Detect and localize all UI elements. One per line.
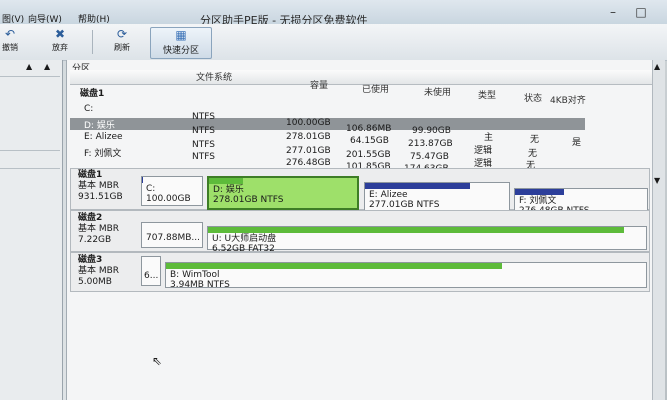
row-used: 201.55GB xyxy=(346,150,391,160)
left-pane-divider xyxy=(0,76,60,77)
partition-block[interactable]: 6... xyxy=(141,256,161,286)
row-fs: NTFS xyxy=(192,152,215,162)
column-free[interactable]: 未使用 xyxy=(424,85,451,98)
left-pane-divider xyxy=(0,150,60,151)
partition-block-selected[interactable]: D: 娱乐 278.01GB NTFS xyxy=(207,176,359,210)
toolbar xyxy=(0,24,667,61)
column-type[interactable]: 类型 xyxy=(478,88,496,101)
usage-bar xyxy=(166,263,502,269)
partition-label: C: xyxy=(146,184,156,194)
quick-partition-icon: ▦ xyxy=(175,28,187,42)
refresh-label: 刷新 xyxy=(114,43,130,52)
row-cap: 276.48GB xyxy=(286,158,331,168)
column-filesystem[interactable]: 文件系统 xyxy=(196,70,232,83)
undo-label: 撤销 xyxy=(2,43,18,52)
vertical-scrollbar[interactable] xyxy=(652,60,665,400)
partition-block[interactable]: B: WimTool 3.94MB NTFS xyxy=(165,262,647,290)
column-status[interactable]: 状态 xyxy=(524,91,542,104)
disk-info[interactable]: 磁盘2 基本 MBR 7.22GB xyxy=(78,213,119,246)
row-fs: NTFS xyxy=(192,126,215,136)
row-fs: NTFS xyxy=(192,140,215,150)
row-cap: 277.01GB xyxy=(286,146,331,156)
usage-bar xyxy=(365,183,471,189)
usage-bar xyxy=(208,227,625,233)
row-used: 64.15GB xyxy=(350,136,389,146)
row-free: 75.47GB xyxy=(410,152,449,162)
minimize-icon[interactable]: – xyxy=(600,4,626,20)
row-status: 无 xyxy=(530,135,540,145)
partition-label: U: U大师启动盘 xyxy=(212,234,277,244)
disk-name: 磁盘2 xyxy=(78,213,103,223)
scroll-down-icon[interactable]: ▼ xyxy=(654,176,660,185)
disk1-list-title[interactable]: 磁盘1 xyxy=(80,86,104,99)
row-name[interactable]: C: xyxy=(84,104,93,114)
maximize-icon[interactable]: □ xyxy=(628,4,654,20)
column-4k-align[interactable]: 4KB对齐 xyxy=(550,93,586,106)
row-name[interactable]: E: Alizee xyxy=(84,132,123,142)
disk-type: 基本 MBR xyxy=(78,266,120,276)
undo-button[interactable]: ↶ 撤销 xyxy=(0,26,28,58)
row-name[interactable]: D: 娱乐 xyxy=(84,118,115,131)
partition-detail: 277.01GB NTFS xyxy=(369,200,440,210)
mouse-cursor-icon: ⇖ xyxy=(152,354,163,368)
usage-bar xyxy=(209,178,244,184)
refresh-button[interactable]: ⟳ 刷新 xyxy=(104,26,140,58)
undo-icon: ↶ xyxy=(4,27,16,41)
row-align: 是 xyxy=(572,138,582,148)
row-used: 106.86MB xyxy=(346,124,392,134)
partition-block[interactable]: C: 100.00GB xyxy=(141,176,203,206)
partition-detail: 6... xyxy=(144,271,159,281)
usage-bar xyxy=(515,189,564,195)
partition-detail: 3.94MB NTFS xyxy=(170,280,230,290)
row-cap: 100.00GB xyxy=(286,118,331,128)
row-type: 主 xyxy=(484,133,494,143)
partition-label: E: Alizee xyxy=(369,190,408,200)
disk-info[interactable]: 磁盘1 基本 MBR 931.51GB xyxy=(78,170,123,203)
disk-size: 931.51GB xyxy=(78,192,123,202)
column-capacity[interactable]: 容量 xyxy=(310,78,328,91)
partition-detail: 100.00GB xyxy=(146,194,191,204)
column-used[interactable]: 已使用 xyxy=(362,82,389,95)
disk-info[interactable]: 磁盘3 基本 MBR 5.00MB xyxy=(78,255,119,288)
partition-label: B: WimTool xyxy=(170,270,220,280)
usage-bar xyxy=(142,177,143,183)
row-free: 99.90GB xyxy=(412,126,451,136)
discard-icon: ✖ xyxy=(54,27,66,41)
disk-name: 磁盘1 xyxy=(78,170,103,180)
partition-block[interactable]: U: U大师启动盘 6.52GB FAT32 xyxy=(207,226,647,254)
partition-detail: 278.01GB NTFS xyxy=(213,195,284,205)
left-pane xyxy=(0,60,63,400)
row-free: 213.87GB xyxy=(408,139,453,149)
discard-label: 放弃 xyxy=(52,43,68,52)
left-pane-divider xyxy=(0,168,60,169)
left-pane-collapse-icon[interactable]: ▲ xyxy=(26,62,32,71)
partition-block[interactable]: 707.88MB... xyxy=(141,222,203,248)
scroll-up-icon[interactable]: ▲ xyxy=(654,62,660,71)
quick-partition-button[interactable]: ▦ 快速分区 xyxy=(150,27,212,59)
refresh-icon: ⟳ xyxy=(116,27,128,41)
row-fs: NTFS xyxy=(192,112,215,122)
partition-label: D: 娱乐 xyxy=(213,185,244,195)
partition-label: F: 刘佩文 xyxy=(519,196,557,206)
quick-partition-label: 快速分区 xyxy=(162,46,199,56)
row-type: 逻辑 xyxy=(474,146,493,156)
disk-size: 5.00MB xyxy=(78,277,112,287)
disk-type: 基本 MBR xyxy=(78,181,120,191)
partition-detail: 707.88MB... xyxy=(146,233,201,243)
disk-type: 基本 MBR xyxy=(78,224,120,234)
toolbar-separator xyxy=(92,30,93,54)
disk-size: 7.22GB xyxy=(78,235,112,245)
row-cap: 278.01GB xyxy=(286,132,331,142)
left-pane-collapse-icon-2[interactable]: ▲ xyxy=(44,62,50,71)
discard-button[interactable]: ✖ 放弃 xyxy=(42,26,78,58)
row-name[interactable]: F: 刘佩文 xyxy=(84,146,121,159)
disk-name: 磁盘3 xyxy=(78,255,103,265)
